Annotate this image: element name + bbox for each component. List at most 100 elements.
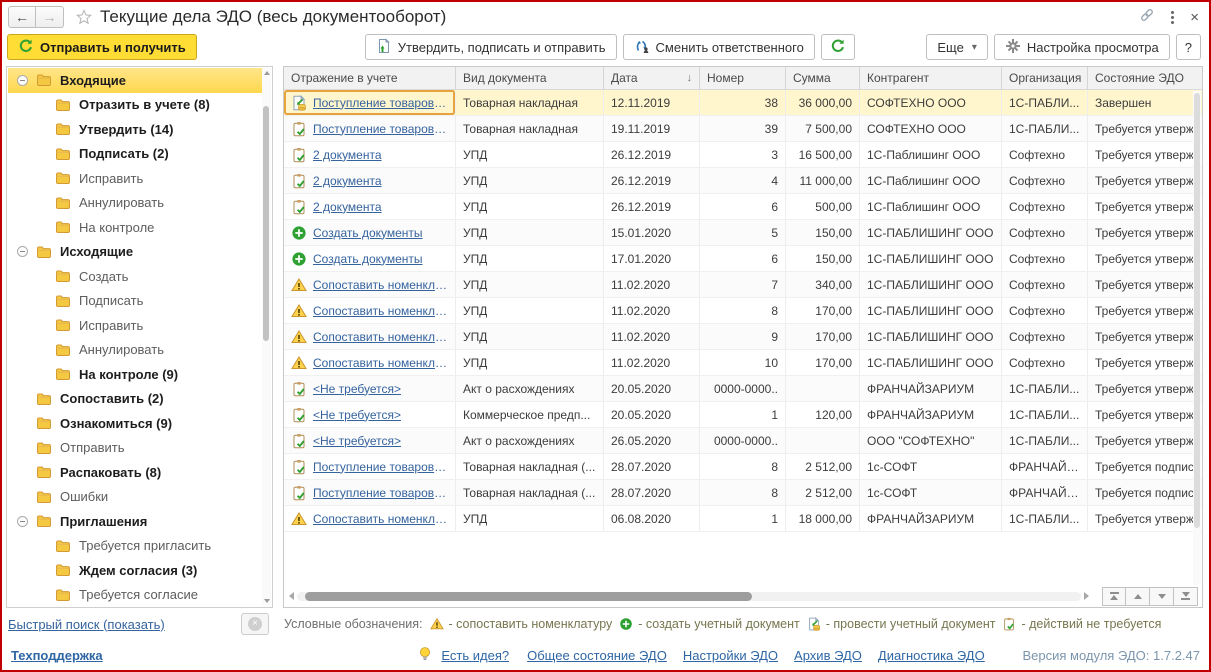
table-row[interactable]: Создать документыУПД17.01.20206150,001С-…	[284, 246, 1202, 272]
document-link[interactable]: Создать документы	[313, 252, 423, 266]
send-receive-button[interactable]: Отправить и получить	[7, 34, 197, 60]
grid-vscroll-thumb[interactable]	[1194, 93, 1200, 528]
document-link[interactable]: Сопоставить номенклатуру	[313, 278, 448, 292]
favorite-button[interactable]	[76, 9, 92, 25]
document-link[interactable]: Поступление товаров 00РТ-...	[313, 460, 448, 474]
document-link[interactable]: 2 документа	[313, 200, 382, 214]
kebab-menu-button[interactable]	[1169, 9, 1176, 26]
forward-button[interactable]: →	[36, 6, 64, 28]
sidebar-item[interactable]: Отправить	[8, 436, 262, 461]
change-responsible-button[interactable]: Сменить ответственного	[623, 34, 815, 60]
view-settings-button[interactable]: Настройка просмотра	[994, 34, 1170, 60]
sidebar-item[interactable]: Сопоставить (2)	[8, 387, 262, 412]
sidebar-item[interactable]: Требуется пригласить	[8, 534, 262, 559]
approve-sign-send-button[interactable]: Утвердить, подписать и отправить	[365, 34, 617, 60]
sidebar-scrollbar[interactable]	[262, 68, 271, 606]
grid-vertical-scrollbar[interactable]	[1193, 91, 1201, 585]
document-link[interactable]: Сопоставить номенклатуру	[313, 330, 448, 344]
column-header[interactable]: Сумма	[786, 67, 860, 89]
hscroll-track[interactable]	[297, 592, 1081, 601]
collapse-icon[interactable]	[17, 516, 28, 527]
sidebar-item[interactable]: Ознакомиться (9)	[8, 411, 262, 436]
refresh-button[interactable]	[821, 34, 855, 60]
scroll-left-icon[interactable]	[289, 592, 294, 600]
document-link[interactable]: 2 документа	[313, 174, 382, 188]
sidebar-item[interactable]: Приглашения	[8, 509, 262, 534]
go-previous-button[interactable]	[1126, 587, 1150, 606]
table-row[interactable]: Поступление товаров 00РТ-...Товарная нак…	[284, 116, 1202, 142]
clear-search-button[interactable]: ×	[241, 613, 269, 635]
scroll-down-icon[interactable]	[264, 599, 270, 603]
sidebar-scroll-thumb[interactable]	[263, 106, 269, 341]
document-link[interactable]: <Не требуется>	[313, 408, 401, 422]
sidebar-item[interactable]: Аннулировать	[8, 338, 262, 363]
sidebar-item[interactable]: Требуется согласие	[8, 583, 262, 608]
sidebar-item[interactable]: Подписать (2)	[8, 142, 262, 167]
table-row[interactable]: Сопоставить номенклатуруУПД11.02.2020917…	[284, 324, 1202, 350]
document-link[interactable]: Поступление товаров 00РТ-...	[313, 486, 448, 500]
table-row[interactable]: 2 документаУПД26.12.2019316 500,001С-Паб…	[284, 142, 1202, 168]
footer-link[interactable]: Архив ЭДО	[794, 648, 862, 663]
scroll-up-icon[interactable]	[264, 71, 270, 75]
collapse-icon[interactable]	[17, 75, 28, 86]
column-header[interactable]: Дата↓	[604, 67, 700, 89]
document-link[interactable]: Поступление товаров 00РТ-...	[313, 96, 448, 110]
table-row[interactable]: 2 документаУПД26.12.20196500,001С-Паблиш…	[284, 194, 1202, 220]
sidebar-item[interactable]: Аннулировать	[8, 191, 262, 216]
go-first-button[interactable]	[1102, 587, 1126, 606]
sidebar-item[interactable]: Исправить	[8, 313, 262, 338]
table-row[interactable]: Создать документыУПД15.01.20205150,001С-…	[284, 220, 1202, 246]
document-link[interactable]: <Не требуется>	[313, 434, 401, 448]
table-row[interactable]: <Не требуется>Акт о расхождениях26.05.20…	[284, 428, 1202, 454]
help-button[interactable]: ?	[1176, 34, 1201, 60]
go-next-button[interactable]	[1150, 587, 1174, 606]
sidebar-item[interactable]: Исправить	[8, 166, 262, 191]
sidebar-item[interactable]: Входящие	[8, 68, 262, 93]
table-row[interactable]: Сопоставить номенклатуруУПД11.02.2020817…	[284, 298, 1202, 324]
collapse-icon[interactable]	[17, 246, 28, 257]
column-header[interactable]: Организация	[1002, 67, 1088, 89]
table-row[interactable]: 2 документаУПД26.12.2019411 000,001С-Паб…	[284, 168, 1202, 194]
document-link[interactable]: Создать документы	[313, 226, 423, 240]
document-link[interactable]: <Не требуется>	[313, 382, 401, 396]
go-last-button[interactable]	[1174, 587, 1198, 606]
idea-link[interactable]: Есть идея?	[441, 648, 509, 663]
quick-search-link[interactable]: Быстрый поиск (показать)	[8, 617, 165, 632]
table-row[interactable]: <Не требуется>Акт о расхождениях20.05.20…	[284, 376, 1202, 402]
document-link[interactable]: Сопоставить номенклатуру	[313, 304, 448, 318]
table-row[interactable]: Сопоставить номенклатуруУПД11.02.2020734…	[284, 272, 1202, 298]
table-row[interactable]: Поступление товаров 00РТ-...Товарная нак…	[284, 454, 1202, 480]
sidebar-item[interactable]: Подписать	[8, 289, 262, 314]
sidebar-item[interactable]: Создать	[8, 264, 262, 289]
document-link[interactable]: Сопоставить номенклатуру	[313, 512, 448, 526]
table-row[interactable]: Поступление товаров 00РТ-...Товарная нак…	[284, 480, 1202, 506]
sidebar-item[interactable]: Ждем согласия (3)	[8, 558, 262, 583]
document-link[interactable]: Поступление товаров 00РТ-...	[313, 122, 448, 136]
more-button[interactable]: Еще ▾	[926, 34, 987, 60]
sidebar-item[interactable]: Утвердить (14)	[8, 117, 262, 142]
sidebar-item[interactable]: Исходящие	[8, 240, 262, 265]
footer-link[interactable]: Настройки ЭДО	[683, 648, 778, 663]
sidebar-item[interactable]: Распаковать (8)	[8, 460, 262, 485]
scroll-right-icon[interactable]	[1084, 592, 1089, 600]
document-link[interactable]: 2 документа	[313, 148, 382, 162]
table-row[interactable]: Сопоставить номенклатуруУПД11.02.2020101…	[284, 350, 1202, 376]
close-button[interactable]: ×	[1190, 10, 1199, 25]
column-header[interactable]: Состояние ЭДО	[1088, 67, 1202, 89]
table-row[interactable]: Сопоставить номенклатуруУПД06.08.2020118…	[284, 506, 1202, 532]
column-header[interactable]: Номер	[700, 67, 786, 89]
column-header[interactable]: Вид документа	[456, 67, 604, 89]
table-row[interactable]: <Не требуется>Коммерческое предп...20.05…	[284, 402, 1202, 428]
support-link[interactable]: Техподдержка	[11, 648, 103, 663]
get-link-button[interactable]	[1139, 7, 1155, 28]
column-header[interactable]: Контрагент	[860, 67, 1002, 89]
hscroll-thumb[interactable]	[305, 592, 752, 601]
footer-link[interactable]: Диагностика ЭДО	[878, 648, 985, 663]
footer-link[interactable]: Общее состояние ЭДО	[527, 648, 667, 663]
document-link[interactable]: Сопоставить номенклатуру	[313, 356, 448, 370]
table-row[interactable]: Поступление товаров 00РТ-...Товарная нак…	[284, 90, 1202, 116]
sidebar-item[interactable]: Отразить в учете (8)	[8, 93, 262, 118]
sidebar-item[interactable]: Ошибки	[8, 485, 262, 510]
back-button[interactable]: ←	[8, 6, 36, 28]
column-header[interactable]: Отражение в учете	[284, 67, 456, 89]
